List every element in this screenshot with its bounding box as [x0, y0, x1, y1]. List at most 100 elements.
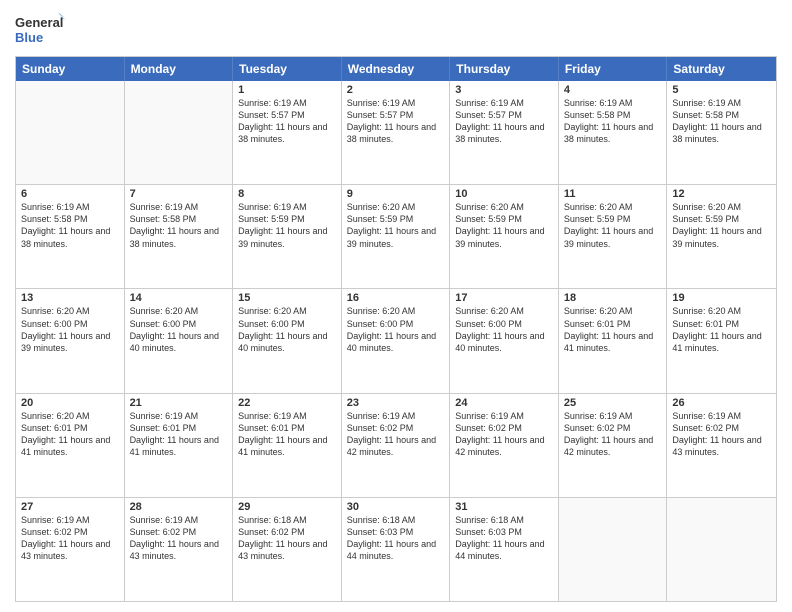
day-number: 6: [21, 188, 119, 200]
calendar-day-28: 28Sunrise: 6:19 AM Sunset: 6:02 PM Dayli…: [125, 498, 234, 601]
day-info: Sunrise: 6:20 AM Sunset: 6:00 PM Dayligh…: [238, 305, 336, 354]
day-info: Sunrise: 6:19 AM Sunset: 6:02 PM Dayligh…: [672, 410, 771, 459]
calendar-row-3: 13Sunrise: 6:20 AM Sunset: 6:00 PM Dayli…: [16, 288, 776, 392]
day-info: Sunrise: 6:19 AM Sunset: 6:02 PM Dayligh…: [130, 514, 228, 563]
calendar-day-4: 4Sunrise: 6:19 AM Sunset: 5:58 PM Daylig…: [559, 81, 668, 184]
calendar-day-2: 2Sunrise: 6:19 AM Sunset: 5:57 PM Daylig…: [342, 81, 451, 184]
calendar-day-14: 14Sunrise: 6:20 AM Sunset: 6:00 PM Dayli…: [125, 289, 234, 392]
day-info: Sunrise: 6:20 AM Sunset: 6:01 PM Dayligh…: [21, 410, 119, 459]
day-number: 7: [130, 188, 228, 200]
day-number: 9: [347, 188, 445, 200]
day-header-wednesday: Wednesday: [342, 57, 451, 81]
day-info: Sunrise: 6:20 AM Sunset: 5:59 PM Dayligh…: [672, 201, 771, 250]
calendar-day-16: 16Sunrise: 6:20 AM Sunset: 6:00 PM Dayli…: [342, 289, 451, 392]
day-info: Sunrise: 6:20 AM Sunset: 6:00 PM Dayligh…: [455, 305, 553, 354]
day-number: 31: [455, 501, 553, 513]
calendar-day-31: 31Sunrise: 6:18 AM Sunset: 6:03 PM Dayli…: [450, 498, 559, 601]
calendar-day-15: 15Sunrise: 6:20 AM Sunset: 6:00 PM Dayli…: [233, 289, 342, 392]
day-header-saturday: Saturday: [667, 57, 776, 81]
calendar-day-27: 27Sunrise: 6:19 AM Sunset: 6:02 PM Dayli…: [16, 498, 125, 601]
calendar-day-29: 29Sunrise: 6:18 AM Sunset: 6:02 PM Dayli…: [233, 498, 342, 601]
calendar-day-26: 26Sunrise: 6:19 AM Sunset: 6:02 PM Dayli…: [667, 394, 776, 497]
calendar-day-25: 25Sunrise: 6:19 AM Sunset: 6:02 PM Dayli…: [559, 394, 668, 497]
day-info: Sunrise: 6:20 AM Sunset: 6:00 PM Dayligh…: [21, 305, 119, 354]
calendar-day-12: 12Sunrise: 6:20 AM Sunset: 5:59 PM Dayli…: [667, 185, 776, 288]
day-header-monday: Monday: [125, 57, 234, 81]
day-info: Sunrise: 6:18 AM Sunset: 6:02 PM Dayligh…: [238, 514, 336, 563]
calendar-day-empty: [559, 498, 668, 601]
day-info: Sunrise: 6:19 AM Sunset: 6:02 PM Dayligh…: [564, 410, 662, 459]
day-header-friday: Friday: [559, 57, 668, 81]
day-header-sunday: Sunday: [16, 57, 125, 81]
page-header: General Blue: [15, 10, 777, 50]
calendar-day-7: 7Sunrise: 6:19 AM Sunset: 5:58 PM Daylig…: [125, 185, 234, 288]
day-info: Sunrise: 6:19 AM Sunset: 6:02 PM Dayligh…: [21, 514, 119, 563]
day-number: 29: [238, 501, 336, 513]
svg-text:Blue: Blue: [15, 30, 43, 45]
calendar-day-21: 21Sunrise: 6:19 AM Sunset: 6:01 PM Dayli…: [125, 394, 234, 497]
calendar-day-6: 6Sunrise: 6:19 AM Sunset: 5:58 PM Daylig…: [16, 185, 125, 288]
day-number: 28: [130, 501, 228, 513]
calendar-day-10: 10Sunrise: 6:20 AM Sunset: 5:59 PM Dayli…: [450, 185, 559, 288]
day-info: Sunrise: 6:20 AM Sunset: 6:01 PM Dayligh…: [672, 305, 771, 354]
day-info: Sunrise: 6:19 AM Sunset: 5:58 PM Dayligh…: [672, 97, 771, 146]
calendar-day-23: 23Sunrise: 6:19 AM Sunset: 6:02 PM Dayli…: [342, 394, 451, 497]
calendar-day-20: 20Sunrise: 6:20 AM Sunset: 6:01 PM Dayli…: [16, 394, 125, 497]
day-number: 1: [238, 84, 336, 96]
calendar-day-19: 19Sunrise: 6:20 AM Sunset: 6:01 PM Dayli…: [667, 289, 776, 392]
logo-svg: General Blue: [15, 10, 65, 50]
day-number: 10: [455, 188, 553, 200]
calendar-day-3: 3Sunrise: 6:19 AM Sunset: 5:57 PM Daylig…: [450, 81, 559, 184]
calendar-day-22: 22Sunrise: 6:19 AM Sunset: 6:01 PM Dayli…: [233, 394, 342, 497]
calendar-day-8: 8Sunrise: 6:19 AM Sunset: 5:59 PM Daylig…: [233, 185, 342, 288]
day-info: Sunrise: 6:18 AM Sunset: 6:03 PM Dayligh…: [455, 514, 553, 563]
logo: General Blue: [15, 10, 65, 50]
calendar-row-4: 20Sunrise: 6:20 AM Sunset: 6:01 PM Dayli…: [16, 393, 776, 497]
calendar-day-11: 11Sunrise: 6:20 AM Sunset: 5:59 PM Dayli…: [559, 185, 668, 288]
day-info: Sunrise: 6:20 AM Sunset: 5:59 PM Dayligh…: [455, 201, 553, 250]
day-info: Sunrise: 6:20 AM Sunset: 6:00 PM Dayligh…: [130, 305, 228, 354]
day-number: 22: [238, 397, 336, 409]
day-info: Sunrise: 6:20 AM Sunset: 5:59 PM Dayligh…: [347, 201, 445, 250]
day-number: 8: [238, 188, 336, 200]
calendar-day-30: 30Sunrise: 6:18 AM Sunset: 6:03 PM Dayli…: [342, 498, 451, 601]
day-number: 18: [564, 292, 662, 304]
calendar-day-1: 1Sunrise: 6:19 AM Sunset: 5:57 PM Daylig…: [233, 81, 342, 184]
day-number: 16: [347, 292, 445, 304]
calendar-day-13: 13Sunrise: 6:20 AM Sunset: 6:00 PM Dayli…: [16, 289, 125, 392]
day-number: 24: [455, 397, 553, 409]
day-number: 15: [238, 292, 336, 304]
day-number: 11: [564, 188, 662, 200]
day-number: 14: [130, 292, 228, 304]
day-info: Sunrise: 6:19 AM Sunset: 5:57 PM Dayligh…: [347, 97, 445, 146]
day-info: Sunrise: 6:19 AM Sunset: 5:58 PM Dayligh…: [21, 201, 119, 250]
day-info: Sunrise: 6:19 AM Sunset: 6:02 PM Dayligh…: [347, 410, 445, 459]
day-info: Sunrise: 6:18 AM Sunset: 6:03 PM Dayligh…: [347, 514, 445, 563]
day-header-thursday: Thursday: [450, 57, 559, 81]
calendar-day-18: 18Sunrise: 6:20 AM Sunset: 6:01 PM Dayli…: [559, 289, 668, 392]
day-number: 21: [130, 397, 228, 409]
calendar-header: SundayMondayTuesdayWednesdayThursdayFrid…: [16, 57, 776, 81]
calendar-day-empty: [16, 81, 125, 184]
calendar-row-2: 6Sunrise: 6:19 AM Sunset: 5:58 PM Daylig…: [16, 184, 776, 288]
day-info: Sunrise: 6:20 AM Sunset: 6:01 PM Dayligh…: [564, 305, 662, 354]
day-info: Sunrise: 6:19 AM Sunset: 5:57 PM Dayligh…: [455, 97, 553, 146]
calendar-body: 1Sunrise: 6:19 AM Sunset: 5:57 PM Daylig…: [16, 81, 776, 601]
day-number: 20: [21, 397, 119, 409]
day-info: Sunrise: 6:20 AM Sunset: 6:00 PM Dayligh…: [347, 305, 445, 354]
day-number: 17: [455, 292, 553, 304]
day-info: Sunrise: 6:20 AM Sunset: 5:59 PM Dayligh…: [564, 201, 662, 250]
day-info: Sunrise: 6:19 AM Sunset: 6:01 PM Dayligh…: [130, 410, 228, 459]
day-number: 13: [21, 292, 119, 304]
day-info: Sunrise: 6:19 AM Sunset: 5:57 PM Dayligh…: [238, 97, 336, 146]
day-number: 3: [455, 84, 553, 96]
calendar-day-24: 24Sunrise: 6:19 AM Sunset: 6:02 PM Dayli…: [450, 394, 559, 497]
day-number: 2: [347, 84, 445, 96]
day-number: 23: [347, 397, 445, 409]
calendar-day-5: 5Sunrise: 6:19 AM Sunset: 5:58 PM Daylig…: [667, 81, 776, 184]
day-header-tuesday: Tuesday: [233, 57, 342, 81]
day-info: Sunrise: 6:19 AM Sunset: 6:02 PM Dayligh…: [455, 410, 553, 459]
day-info: Sunrise: 6:19 AM Sunset: 5:58 PM Dayligh…: [130, 201, 228, 250]
day-number: 12: [672, 188, 771, 200]
day-info: Sunrise: 6:19 AM Sunset: 5:59 PM Dayligh…: [238, 201, 336, 250]
